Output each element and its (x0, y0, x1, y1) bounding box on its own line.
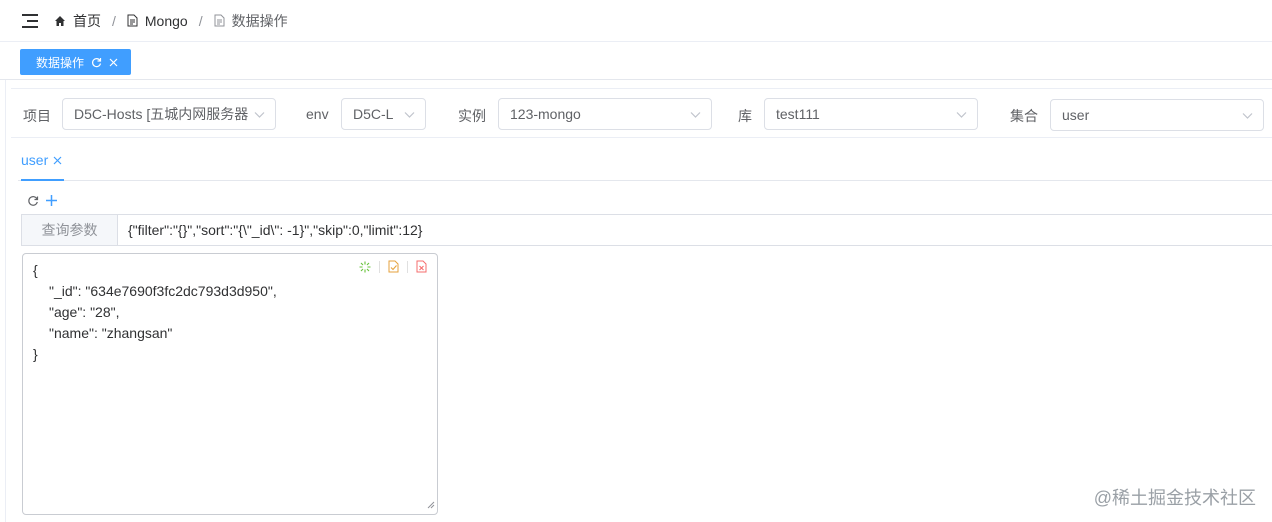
document-toolbar (27, 194, 64, 207)
resize-handle-icon[interactable] (427, 496, 435, 512)
query-params-label: 查询参数 (22, 215, 118, 245)
document-icon (214, 14, 225, 27)
chevron-down-icon (254, 109, 265, 120)
breadcrumb-mongo-label: Mongo (144, 12, 188, 29)
tab-user[interactable]: user (21, 141, 65, 181)
env-select[interactable]: D5C-L (341, 98, 426, 130)
collection-select-value: user (1062, 107, 1090, 123)
chevron-down-icon (956, 109, 967, 120)
json-close-brace: } (33, 346, 38, 362)
collection-tabs: user (18, 141, 1272, 181)
top-navbar: 首页 / Mongo / 数据操作 (0, 0, 1272, 42)
menu-toggle-icon[interactable] (22, 13, 38, 28)
collection-select[interactable]: user (1050, 99, 1264, 131)
document-actions (359, 260, 427, 273)
delete-document-icon[interactable] (416, 260, 427, 273)
database-select[interactable]: test111 (764, 98, 978, 130)
breadcrumb-home[interactable]: 首页 (54, 11, 101, 31)
format-icon[interactable] (359, 261, 371, 273)
project-label: 项目 (23, 108, 51, 124)
database-select-value: test111 (776, 106, 820, 122)
divider (407, 260, 408, 273)
tab-user-label: user (21, 152, 49, 168)
tags-view-bar: 数据操作 (0, 43, 1272, 80)
breadcrumb-separator: / (112, 12, 116, 29)
chevron-down-icon (404, 109, 415, 120)
query-params-input[interactable] (118, 215, 1272, 245)
json-line-age: "age": "28", (49, 304, 120, 320)
json-line-name: "name": "zhangsan" (49, 325, 173, 341)
breadcrumb-home-label: 首页 (73, 12, 101, 29)
document-icon (127, 14, 138, 27)
env-select-value: D5C-L (353, 106, 394, 122)
json-line-id: "_id": "634e7690f3fc2dc793d3d950", (49, 283, 277, 299)
breadcrumb-current: 数据操作 (214, 11, 288, 31)
breadcrumb-mongo[interactable]: Mongo (127, 13, 188, 29)
refresh-icon[interactable] (27, 195, 39, 207)
close-icon[interactable] (109, 58, 118, 67)
instance-select-value: 123-mongo (510, 106, 581, 122)
breadcrumb-current-label: 数据操作 (231, 12, 288, 29)
collection-label: 集合 (1010, 108, 1038, 124)
breadcrumb-separator: / (198, 12, 203, 29)
chevron-down-icon (1242, 110, 1253, 121)
tag-data-operation[interactable]: 数据操作 (20, 49, 132, 75)
project-select[interactable]: D5C-Hosts [五城内网服务器 (62, 98, 276, 130)
project-select-value: D5C-Hosts [五城内网服务器 (74, 106, 249, 122)
filter-bar: 项目 D5C-Hosts [五城内网服务器 env D5C-L 实例 123-m… (11, 88, 1272, 138)
tag-label: 数据操作 (36, 55, 85, 70)
save-document-icon[interactable] (388, 260, 399, 273)
database-label: 库 (738, 108, 752, 124)
json-content: { "_id": "634e7690f3fc2dc793d3d950", "ag… (33, 260, 277, 365)
home-icon (54, 15, 66, 27)
divider (379, 260, 380, 273)
chevron-down-icon (690, 109, 701, 120)
json-open-brace: { (33, 262, 38, 278)
env-label: env (306, 106, 329, 122)
plus-icon[interactable] (45, 194, 58, 207)
watermark: @稀土掘金技术社区 (1093, 488, 1256, 508)
close-icon[interactable] (53, 156, 62, 165)
refresh-icon[interactable] (91, 57, 102, 68)
query-params-group: 查询参数 (21, 214, 1272, 246)
instance-label: 实例 (458, 108, 486, 124)
instance-select[interactable]: 123-mongo (498, 98, 712, 130)
json-document-editor[interactable]: { "_id": "634e7690f3fc2dc793d3d950", "ag… (22, 253, 438, 515)
